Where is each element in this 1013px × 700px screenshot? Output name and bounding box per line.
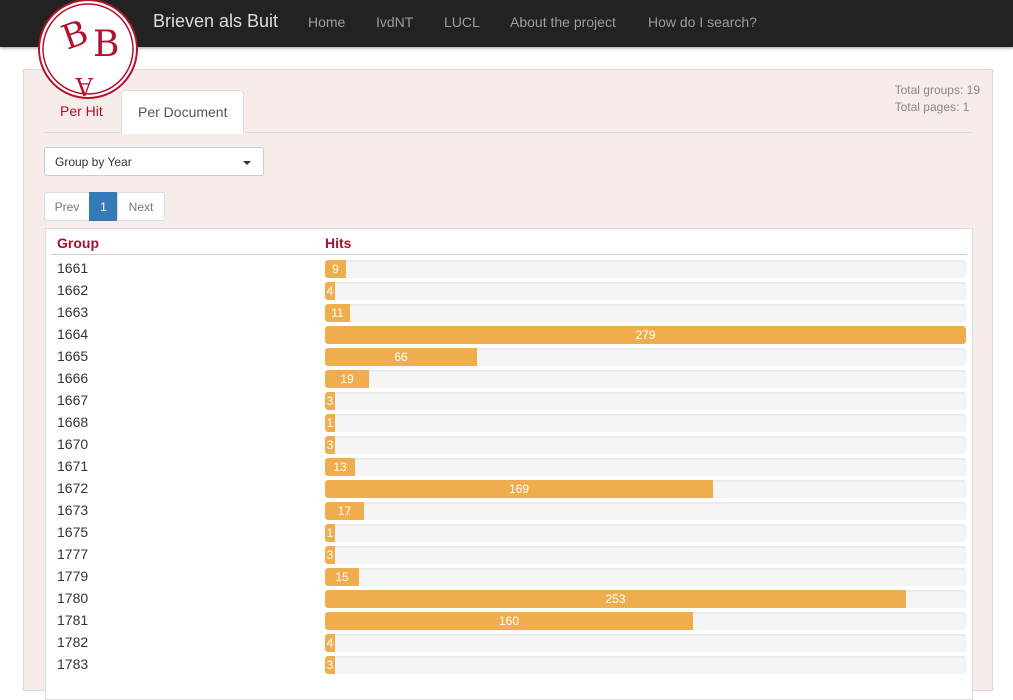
hits-bar-track: 66 <box>325 348 966 366</box>
group-label[interactable]: 1781 <box>57 612 88 628</box>
next-page-button[interactable]: Next <box>117 192 165 221</box>
hits-bar: 13 <box>325 458 355 476</box>
group-label[interactable]: 1675 <box>57 524 88 540</box>
table-row[interactable]: 1665 66 <box>46 346 972 368</box>
hits-bar: 279 <box>325 326 966 344</box>
column-header-hits[interactable]: Hits <box>325 235 351 251</box>
hits-bar: 1 <box>325 524 335 542</box>
top-navbar: Brieven als Buit Home IvdNT LUCL About t… <box>0 0 1013 47</box>
hits-bar: 9 <box>325 260 346 278</box>
nav-lucl[interactable]: LUCL <box>444 14 480 30</box>
table-row[interactable]: 1780 253 <box>46 588 972 610</box>
result-tabs: Per Hit Per Document <box>44 90 972 134</box>
table-row[interactable]: 1781 160 <box>46 610 972 632</box>
hits-bar-track: 19 <box>325 370 966 388</box>
table-row[interactable]: 1782 4 <box>46 632 972 654</box>
hits-bar: 253 <box>325 590 906 608</box>
current-page-button[interactable]: 1 <box>89 192 118 221</box>
hits-bar-track: 4 <box>325 634 966 652</box>
caret-down-icon <box>243 161 251 165</box>
hits-bar: 11 <box>325 304 350 322</box>
hits-bar-track: 3 <box>325 392 966 410</box>
svg-text:B: B <box>93 24 119 65</box>
group-label[interactable]: 1672 <box>57 480 88 496</box>
hits-bar: 160 <box>325 612 693 630</box>
column-header-group[interactable]: Group <box>57 235 99 251</box>
group-label[interactable]: 1666 <box>57 370 88 386</box>
hits-bar: 3 <box>325 436 335 454</box>
hits-bar-track: 253 <box>325 590 966 608</box>
table-row[interactable]: 1673 17 <box>46 500 972 522</box>
hits-bar-track: 11 <box>325 304 966 322</box>
nav-about-project[interactable]: About the project <box>510 14 616 30</box>
hits-bar-track: 3 <box>325 436 966 454</box>
results-panel: Total groups: 19 Total pages: 1 Per Hit … <box>23 69 993 700</box>
table-row[interactable]: 1663 11 <box>46 302 972 324</box>
hits-bar: 1 <box>325 414 335 432</box>
results-table: Group Hits 1661 9 1662 4 1663 11 1664 279 1665 66… <box>45 228 973 700</box>
group-label[interactable]: 1777 <box>57 546 88 562</box>
tab-per-document[interactable]: Per Document <box>121 90 245 134</box>
hits-bar: 4 <box>325 634 335 652</box>
table-row[interactable]: 1667 3 <box>46 390 972 412</box>
hits-bar: 15 <box>325 568 359 586</box>
header-divider <box>51 254 967 255</box>
prev-page-button[interactable]: Prev <box>44 192 90 221</box>
hits-bar-track: 13 <box>325 458 966 476</box>
table-row[interactable]: 1670 3 <box>46 434 972 456</box>
hits-bar: 3 <box>325 656 335 674</box>
group-label[interactable]: 1664 <box>57 326 88 342</box>
group-label[interactable]: 1670 <box>57 436 88 452</box>
group-label[interactable]: 1782 <box>57 634 88 650</box>
hits-bar: 3 <box>325 546 335 564</box>
hits-bar: 3 <box>325 392 335 410</box>
hits-bar-track: 3 <box>325 656 966 674</box>
group-by-select[interactable]: Group by Year <box>44 147 264 176</box>
group-label[interactable]: 1671 <box>57 458 88 474</box>
table-row[interactable]: 1675 1 <box>46 522 972 544</box>
nav-ivdnt[interactable]: IvdNT <box>376 14 413 30</box>
hits-bar: 169 <box>325 480 713 498</box>
group-label[interactable]: 1665 <box>57 348 88 364</box>
hits-bar-track: 160 <box>325 612 966 630</box>
table-row[interactable]: 1779 15 <box>46 566 972 588</box>
hits-bar-track: 4 <box>325 282 966 300</box>
svg-text:A: A <box>75 72 94 100</box>
hits-bar-track: 9 <box>325 260 966 278</box>
table-row[interactable]: 1671 13 <box>46 456 972 478</box>
hits-bar-track: 1 <box>325 414 966 432</box>
table-row[interactable]: 1777 3 <box>46 544 972 566</box>
hits-bar: 19 <box>325 370 369 388</box>
group-label[interactable]: 1673 <box>57 502 88 518</box>
hits-bar-track: 17 <box>325 502 966 520</box>
group-label[interactable]: 1780 <box>57 590 88 606</box>
group-by-value: Group by Year <box>55 155 132 169</box>
group-label[interactable]: 1661 <box>57 260 88 276</box>
group-label[interactable]: 1662 <box>57 282 88 298</box>
brieven-als-buit-logo[interactable]: B B A <box>37 0 139 100</box>
hits-bar: 4 <box>325 282 335 300</box>
group-label[interactable]: 1668 <box>57 414 88 430</box>
nav-how-to-search[interactable]: How do I search? <box>648 14 757 30</box>
brand-title[interactable]: Brieven als Buit <box>153 11 278 32</box>
group-label[interactable]: 1783 <box>57 656 88 672</box>
hits-bar-track: 169 <box>325 480 966 498</box>
nav-home[interactable]: Home <box>308 14 345 30</box>
hits-bar: 66 <box>325 348 477 366</box>
table-row[interactable]: 1664 279 <box>46 324 972 346</box>
group-label[interactable]: 1663 <box>57 304 88 320</box>
group-label[interactable]: 1667 <box>57 392 88 408</box>
table-row[interactable]: 1668 1 <box>46 412 972 434</box>
hits-bar-track: 1 <box>325 524 966 542</box>
table-row[interactable]: 1661 9 <box>46 258 972 280</box>
table-row[interactable]: 1662 4 <box>46 280 972 302</box>
hits-bar-track: 279 <box>325 326 966 344</box>
table-row[interactable]: 1666 19 <box>46 368 972 390</box>
hits-bar: 17 <box>325 502 364 520</box>
hits-bar-track: 3 <box>325 546 966 564</box>
table-row[interactable]: 1672 169 <box>46 478 972 500</box>
group-label[interactable]: 1779 <box>57 568 88 584</box>
table-row[interactable]: 1783 3 <box>46 654 972 676</box>
hits-bar-track: 15 <box>325 568 966 586</box>
